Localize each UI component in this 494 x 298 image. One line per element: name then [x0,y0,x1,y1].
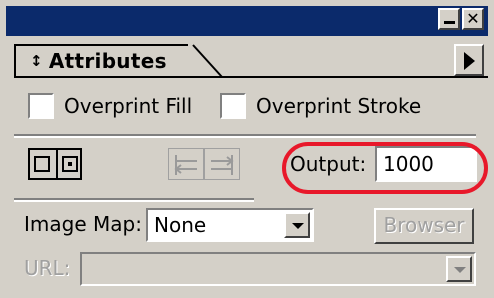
tab-bar: ↕ Attributes [14,44,488,78]
url-select[interactable] [80,252,476,286]
minimize-button[interactable] [438,8,460,30]
palette-title-bar[interactable] [6,6,488,36]
display-mode-group [28,148,82,180]
chevron-down-icon[interactable] [284,212,310,238]
square-mode-icon[interactable] [34,156,50,172]
close-button[interactable]: ✕ [462,8,484,30]
overprint-stroke-checkbox[interactable] [220,93,246,119]
menu-arrow-icon [464,52,475,70]
tab-edge-icon [188,44,223,78]
attributes-panel: ✕ ↕ Attributes Overprint Fill Overprint … [0,0,494,298]
swap-right-icon[interactable] [204,148,240,180]
image-map-value: None [154,213,207,237]
overprint-fill-checkbox[interactable] [28,93,54,119]
output-highlight-circle [282,142,488,194]
divider [14,198,254,202]
panel-menu-button[interactable] [454,44,484,76]
minimize-icon [444,21,455,24]
divider [14,134,476,138]
square-dot-mode-icon[interactable] [62,156,78,172]
tab-attributes[interactable]: ↕ Attributes [14,44,190,76]
close-icon: ✕ [466,9,480,28]
url-label: URL: [24,256,71,280]
tab-label: Attributes [48,49,167,73]
collapse-arrows-icon: ↕ [30,52,43,70]
browser-button[interactable]: Browser [374,208,474,244]
overprint-fill-label: Overprint Fill [64,94,193,118]
image-map-label: Image Map: [24,212,142,236]
chevron-down-icon[interactable] [446,256,472,282]
image-map-select[interactable]: None [146,208,314,242]
swap-left-icon[interactable] [168,148,204,180]
overprint-stroke-label: Overprint Stroke [256,94,422,118]
